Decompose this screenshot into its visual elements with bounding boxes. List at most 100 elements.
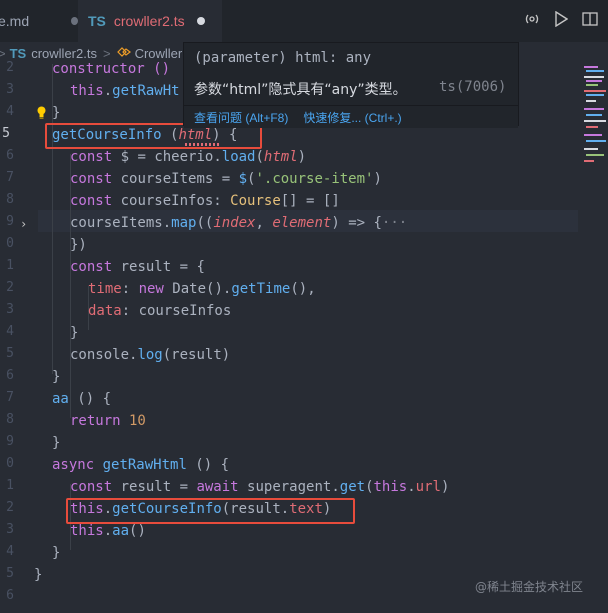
code-token: } [34, 567, 43, 583]
line-number: 2 [6, 280, 14, 295]
view-problem-link[interactable]: 查看问题 (Alt+F8) [194, 109, 288, 126]
line-number: 8 [6, 412, 14, 427]
code-token: '.course-item' [255, 171, 374, 187]
code-line: aa () { [52, 388, 111, 410]
code-line: const $ = cheerio.load(html) [70, 146, 306, 168]
code-line: time: new Date().getTime(), [88, 278, 316, 300]
code-token: ) [440, 479, 450, 495]
code-token: getTime [231, 281, 291, 297]
code-token: . [407, 479, 416, 495]
hover-tooltip: (parameter) html: any 参数“html”隐式具有“any”类… [183, 42, 519, 128]
code-token: data [88, 303, 122, 319]
minimap-line [584, 90, 606, 92]
unsaved-dot-icon[interactable] [196, 17, 205, 25]
code-token: this [373, 479, 408, 495]
minimap-line [586, 114, 602, 116]
line-number: 4 [6, 544, 14, 559]
line-number: 9 [6, 214, 14, 229]
chevron-right-icon[interactable]: › [20, 217, 27, 231]
code-token: : [121, 303, 139, 319]
editor-actions [524, 0, 608, 42]
code-token: (result) [162, 347, 231, 363]
minimap-line [584, 134, 602, 136]
code-token: getRawHt [112, 83, 180, 99]
code-token: getRawHtml [94, 457, 187, 473]
tab-crowller2-ts[interactable]: TS crowller2.ts [78, 0, 222, 42]
code-token: html [263, 149, 298, 165]
hover-error-message: 参数“html”隐式具有“any”类型。 [194, 82, 407, 98]
code-token: index [213, 215, 256, 231]
code-line: } [52, 102, 60, 124]
minimap-line [584, 120, 606, 122]
line-number: 8 [6, 192, 14, 207]
unsaved-dot-icon[interactable] [71, 17, 78, 25]
code-line: const result = { [70, 256, 205, 278]
minimap[interactable] [582, 64, 608, 184]
minimap-line [584, 76, 604, 78]
code-token: () { [68, 391, 112, 407]
code-token: 10 [120, 413, 146, 429]
code-token: ) [373, 171, 382, 187]
code-token: } [52, 435, 61, 451]
tab-markdown-file[interactable]: e.md [0, 0, 78, 42]
code-line: constructor () [52, 58, 170, 80]
line-number: 5 [6, 566, 14, 581]
code-token: get [339, 479, 366, 495]
code-token: const [70, 479, 113, 495]
code-token: courseInfos [138, 303, 232, 319]
code-token: console [70, 347, 130, 363]
code-token: constructor () [52, 61, 171, 77]
code-token: const [70, 193, 113, 209]
typescript-file-icon: TS [88, 13, 106, 29]
quick-fix-link[interactable]: 快速修复... (Ctrl+.) [303, 109, 401, 126]
code-token: element [272, 215, 332, 231]
line-number: 1 [6, 258, 14, 273]
code-token: : [121, 281, 139, 297]
minimap-line [584, 108, 604, 110]
highlight-box-getcourseinfo-call [66, 498, 355, 524]
line-number: 0 [6, 236, 14, 251]
code-token: () [129, 523, 146, 539]
code-token: $ [238, 171, 248, 187]
code-token: const [70, 149, 113, 165]
code-token: result = { [112, 259, 205, 275]
tab-label: e.md [0, 13, 30, 29]
code-line: const result = await superagent.get(this… [70, 476, 449, 498]
line-number: 3 [6, 82, 14, 97]
typescript-file-icon: TS [9, 45, 27, 61]
code-token: } [52, 545, 61, 561]
code-token: return [70, 413, 121, 429]
code-token: . [331, 479, 340, 495]
code-token: this [70, 83, 104, 99]
code-token: map [171, 215, 197, 231]
code-line: this.getRawHt [70, 83, 180, 99]
code-line: }) [70, 234, 87, 256]
code-token: . [162, 215, 172, 231]
minimap-line [586, 140, 606, 142]
code-token: Course [230, 193, 281, 209]
code-line: const courseItems = $('.course-item') [70, 168, 382, 190]
line-number: 6 [6, 588, 14, 603]
folded-code-ellipsis[interactable]: ··· [382, 215, 407, 231]
minimap-line [586, 100, 596, 102]
code-token: Date [163, 281, 207, 297]
code-token: courseItems [70, 215, 163, 231]
lightbulb-icon[interactable] [36, 104, 46, 119]
line-number: 3 [6, 302, 14, 317]
code-token: url [415, 479, 441, 495]
line-number: 9 [6, 434, 14, 449]
split-editor-icon[interactable] [582, 11, 598, 31]
minimap-line [584, 148, 598, 150]
broadcast-icon[interactable] [524, 11, 540, 31]
code-line: courseItems.map((index, element) => {··· [70, 212, 407, 234]
minimap-line [586, 126, 598, 128]
code-editor[interactable]: 2 3 4 5 6 7 8 9 0 1 2 3 4 5 6 7 8 9 0 1 … [0, 60, 608, 613]
code-token: . [103, 523, 113, 539]
line-number: 7 [6, 170, 14, 185]
code-token: const [70, 259, 113, 275]
code-token: aa [52, 391, 69, 407]
hover-actions: 查看问题 (Alt+F8) 快速修复... (Ctrl+.) [184, 105, 518, 128]
minimap-line [586, 80, 602, 82]
run-icon[interactable] [554, 10, 569, 31]
code-token: aa [112, 523, 130, 539]
